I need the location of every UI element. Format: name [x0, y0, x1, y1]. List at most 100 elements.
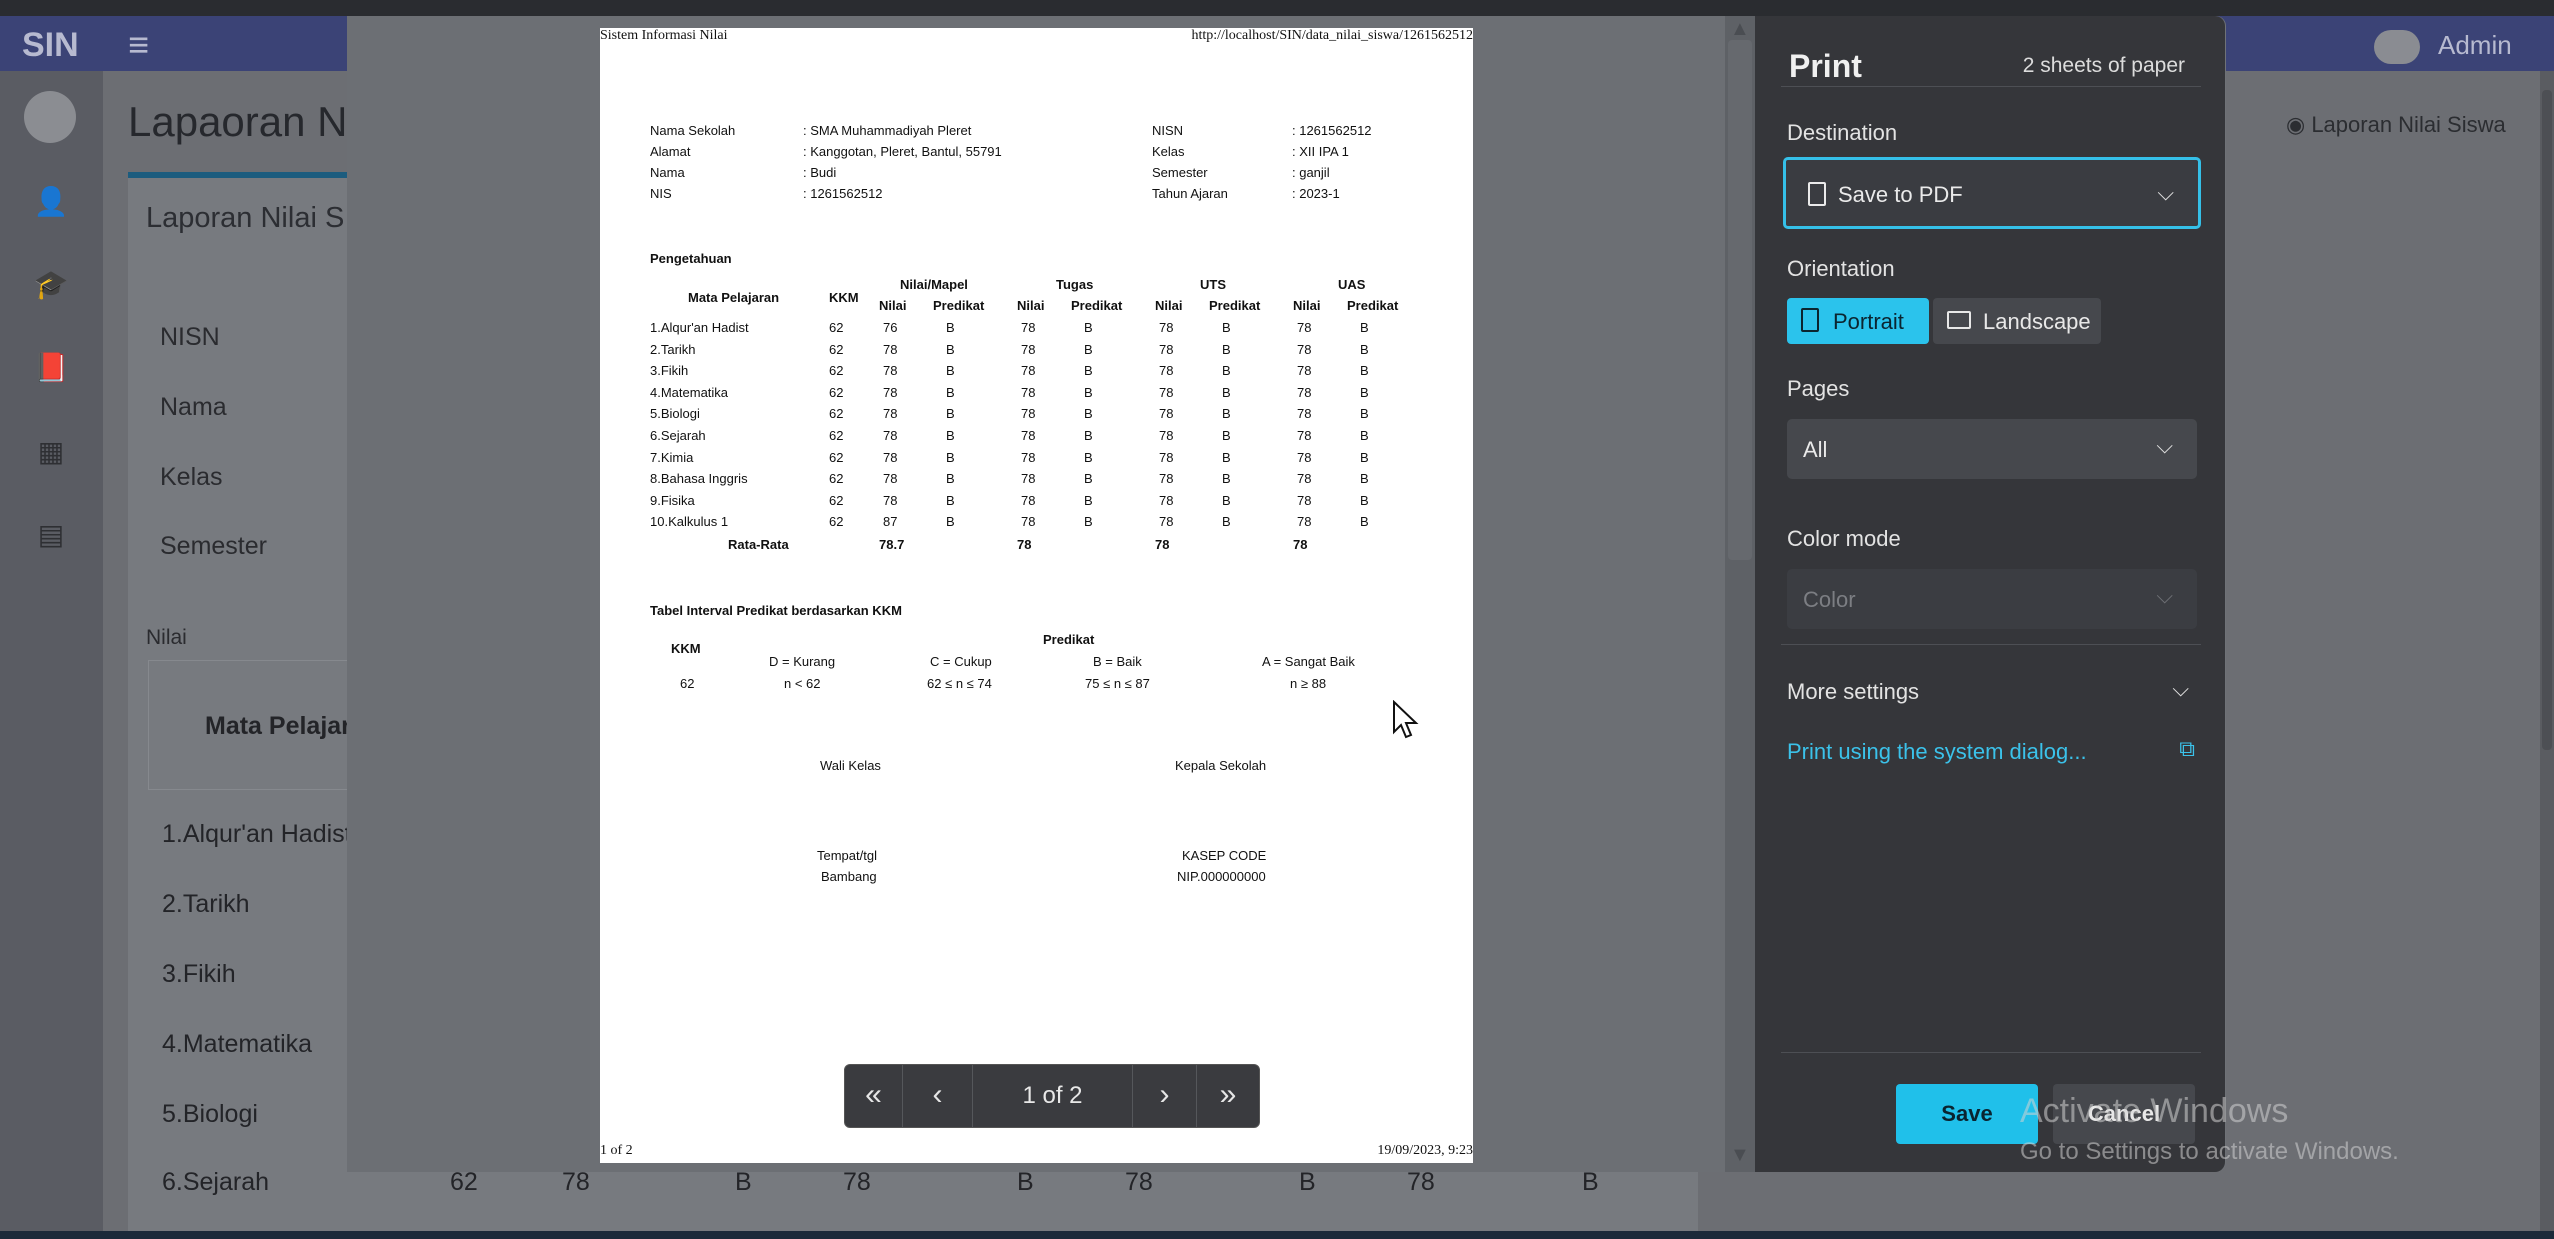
menu-icon[interactable]: ≡ [128, 24, 149, 66]
destination-select[interactable]: Save to PDF ⌵ [1783, 157, 2201, 229]
kepala-nip: NIP.000000000 [1177, 869, 1266, 884]
table-cell: B [1299, 1168, 1316, 1196]
grades-group-header: Nilai/Mapel [900, 277, 968, 292]
chevron-down-icon: ⌵ [2156, 583, 2173, 608]
interval-kkm-value: 62 [680, 676, 695, 691]
grade-cell: B [946, 428, 955, 443]
first-page-button[interactable]: « [845, 1065, 903, 1127]
grade-cell: 78 [1297, 492, 1312, 508]
grade-cell: B [946, 492, 955, 508]
grade-cell: 62 [829, 449, 844, 465]
grade-cell: 78 [1159, 492, 1174, 508]
last-page-button[interactable]: » [1197, 1065, 1259, 1127]
preview-scrollbar-thumb[interactable] [1728, 40, 1752, 560]
user-icon[interactable]: 👤 [32, 183, 70, 221]
grade-cell: 62 [829, 320, 844, 335]
interval-value: 62 ≤ n ≤ 74 [927, 676, 992, 691]
grade-cell: 62 [829, 363, 844, 379]
building-icon[interactable]: ▦ [32, 433, 70, 471]
grade-cell: B [1360, 492, 1369, 508]
grade-cell: 78 [1021, 384, 1036, 400]
info-label: Nama [650, 165, 685, 180]
color-mode-select[interactable]: Color ⌵ [1787, 569, 2197, 629]
rata-rata-label: Rata-Rata [728, 537, 789, 552]
breadcrumb[interactable]: ◉ Laporan Nilai Siswa [2286, 112, 2506, 138]
admin-name[interactable]: Admin [2438, 30, 2512, 61]
table-cell: 78 [1407, 1168, 1435, 1196]
grades-subheader: Predikat [933, 298, 985, 313]
grade-cell: 78 [1159, 514, 1174, 530]
destination-label: Destination [1787, 120, 1898, 145]
grade-cell: 62 [829, 471, 844, 487]
scroll-down-icon[interactable]: ▼ [1730, 1144, 1750, 1167]
grade-cell: 78 [1159, 449, 1174, 465]
grade-cell: B [1084, 363, 1093, 379]
sheet-count: 2 sheets of paper [2022, 54, 2185, 77]
doc-header-url: http://localhost/SIN/data_nilai_siswa/12… [1191, 28, 1473, 43]
taskbar [0, 1231, 2554, 1239]
page-indicator: 1 of 2 [973, 1065, 1133, 1127]
portrait-label: Portrait [1833, 309, 1904, 334]
grade-cell: 78 [1021, 428, 1036, 443]
table-row: 1.Alqur'an Hadist [162, 820, 352, 848]
interval-value: n ≥ 88 [1290, 676, 1327, 691]
interval-head: A = Sangat Baik [1262, 654, 1355, 669]
grade-cell: 78 [883, 363, 898, 379]
external-link-icon[interactable]: ⧉ [2179, 736, 2195, 762]
grade-cell: B [946, 320, 955, 335]
semester-label: Semester [160, 532, 267, 560]
grade-cell: B [946, 471, 955, 487]
divider [1781, 1052, 2201, 1053]
nilai-label: Nilai [146, 626, 187, 649]
avatar[interactable] [2374, 30, 2420, 64]
pages-select[interactable]: All ⌵ [1787, 419, 2197, 479]
grades-subheader: Nilai [1017, 298, 1045, 313]
grade-cell: B [1222, 449, 1231, 465]
grade-row-mapel: 1.Alqur'an Hadist [650, 320, 749, 335]
pages-value: All [1803, 437, 1828, 462]
landscape-icon [1947, 311, 1971, 329]
info-label: NISN [1152, 123, 1184, 138]
next-page-button[interactable]: › [1133, 1065, 1197, 1127]
activation-watermark-subtitle: Go to Settings to activate Windows. [2020, 1138, 2399, 1165]
grades-group-header: UAS [1338, 277, 1366, 292]
table-cell: B [735, 1168, 752, 1196]
nisn-label: NISN [160, 323, 220, 351]
print-title: Print [1789, 48, 1862, 84]
grades-subheader: Predikat [1347, 298, 1399, 313]
grade-cell: 78 [1021, 492, 1036, 508]
book-icon[interactable]: 📕 [32, 349, 70, 387]
graduation-cap-icon[interactable]: 🎓 [32, 266, 70, 304]
prev-page-button[interactable]: ‹ [903, 1065, 973, 1127]
grade-cell: 62 [829, 384, 844, 400]
page-scrollbar-thumb[interactable] [2542, 90, 2552, 750]
chevron-down-icon[interactable]: ⌵ [2172, 676, 2189, 702]
divider [1781, 644, 2201, 645]
grade-cell: B [1222, 363, 1231, 379]
portrait-button[interactable]: Portrait [1787, 298, 1929, 344]
grade-cell: B [1084, 320, 1093, 335]
grade-cell: B [1084, 514, 1093, 530]
grade-cell: 78 [1297, 406, 1312, 422]
grade-cell: B [1360, 406, 1369, 422]
grade-row-mapel: 6.Sejarah [650, 428, 706, 443]
grade-cell: B [1360, 471, 1369, 487]
table-row: 6.Sejarah [162, 1168, 270, 1196]
table-cell: B [1582, 1168, 1599, 1196]
wali-name: Bambang [821, 869, 877, 884]
section-title: Pengetahuan [650, 251, 732, 266]
file-icon[interactable]: ▤ [32, 516, 70, 554]
grade-cell: B [1360, 428, 1369, 443]
grade-cell: 78 [883, 471, 898, 487]
doc-footer-date: 19/09/2023, 9:23 [1377, 1143, 1473, 1158]
grades-subheader: Nilai [1293, 298, 1321, 313]
save-button[interactable]: Save [1896, 1084, 2038, 1144]
system-dialog-link[interactable]: Print using the system dialog... [1787, 739, 2087, 765]
more-settings-toggle[interactable]: More settings [1787, 679, 1919, 705]
grade-cell: B [1222, 406, 1231, 422]
landscape-button[interactable]: Landscape [1933, 298, 2101, 344]
scroll-up-icon[interactable]: ▲ [1730, 18, 1750, 41]
column-header-mapel: Mata Pelajar [205, 712, 351, 740]
grade-cell: B [946, 384, 955, 400]
grade-cell: 78 [883, 341, 898, 357]
